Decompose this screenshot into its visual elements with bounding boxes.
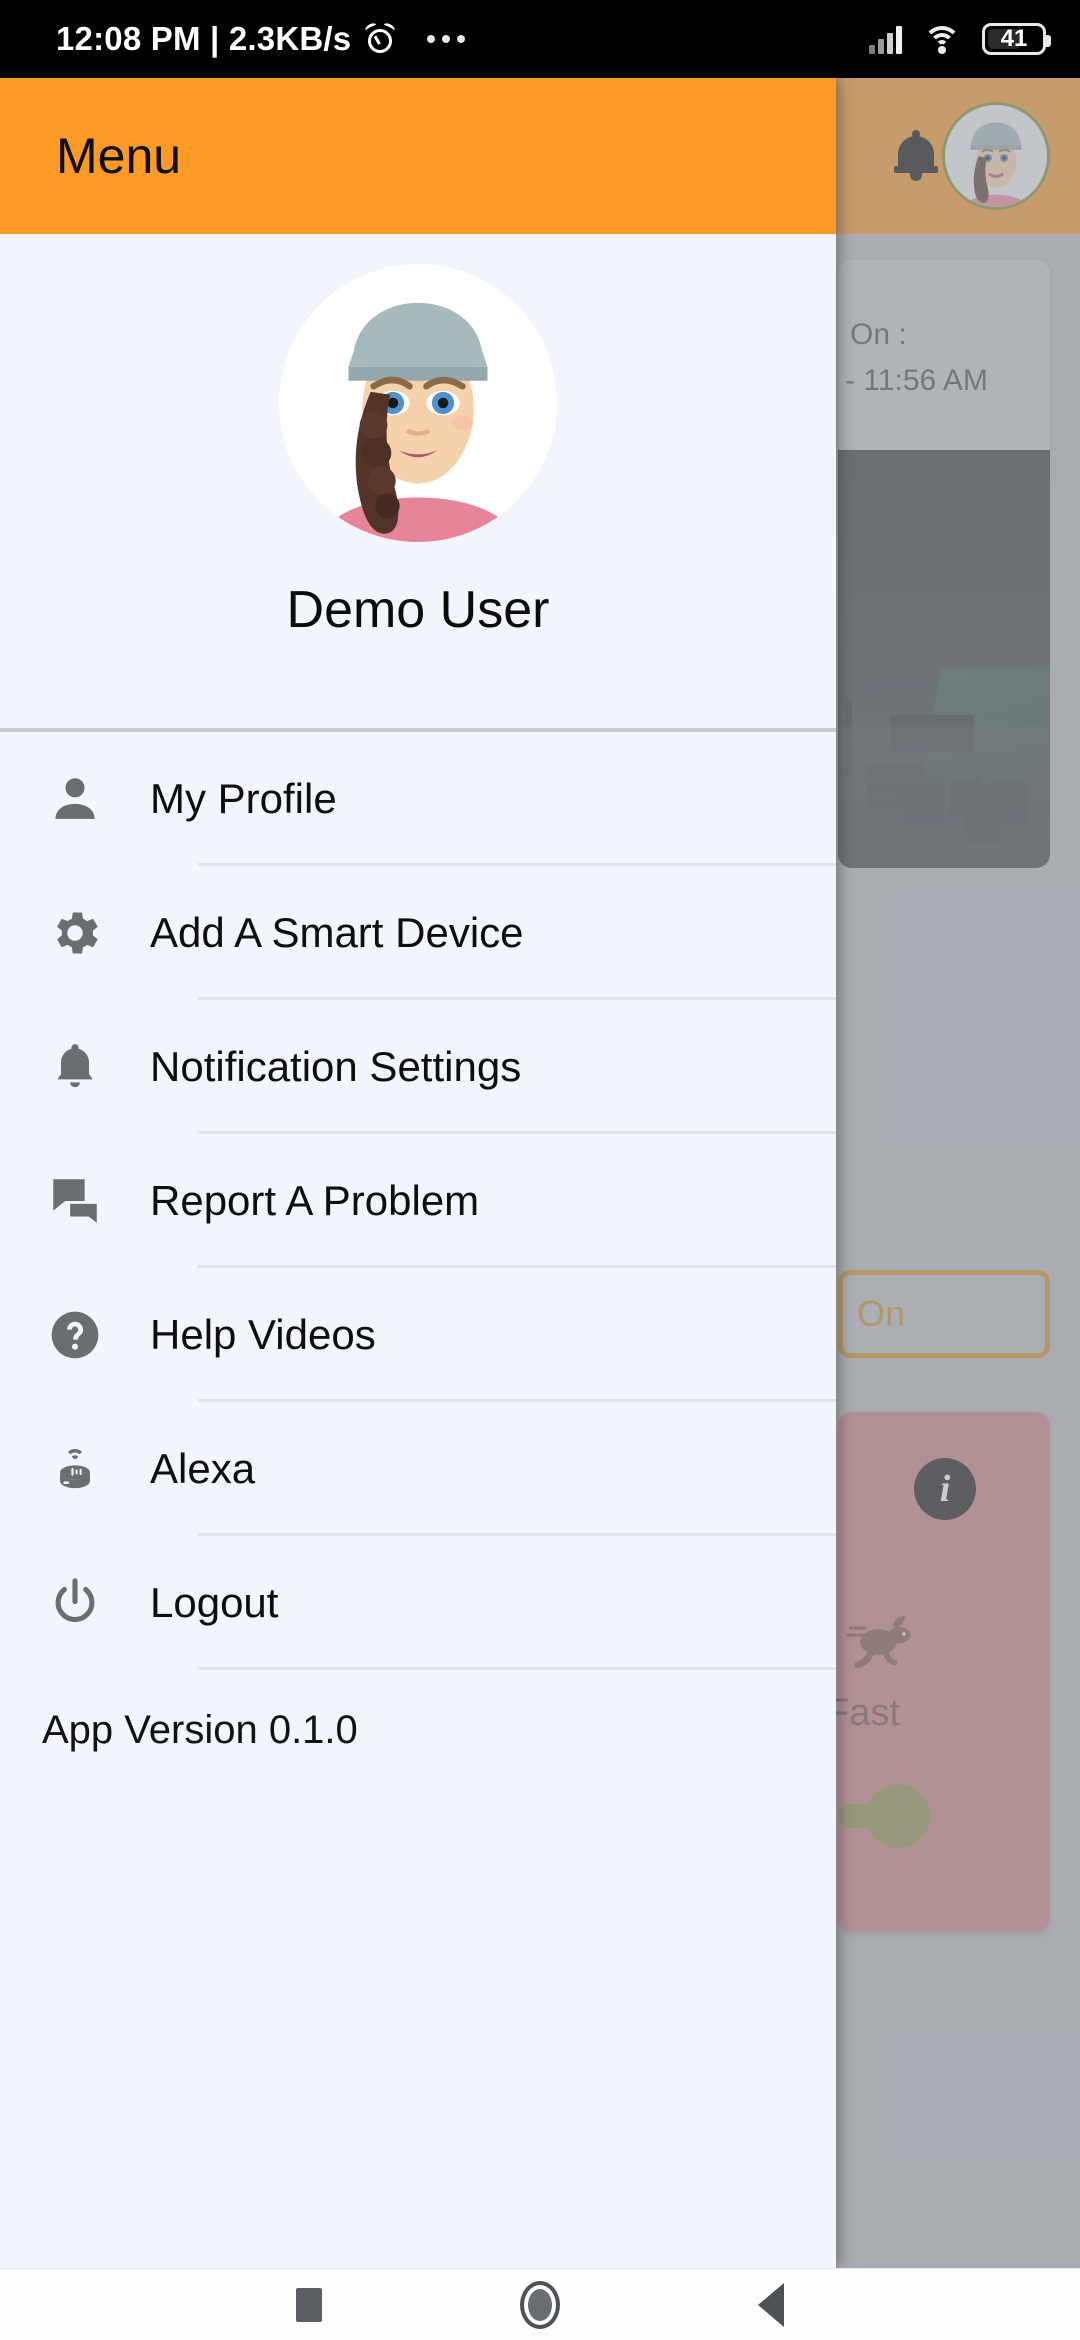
status-clock: 12:08 PM | 2.3KB/s bbox=[56, 20, 352, 57]
power-icon bbox=[0, 1574, 150, 1632]
system-navigation-bar bbox=[0, 2268, 1080, 2340]
sidebar-item-label: My Profile bbox=[150, 775, 337, 822]
sidebar-item-add-a-smart-device[interactable]: Add A Smart Device bbox=[0, 866, 836, 1000]
sidebar-item-label: Help Videos bbox=[150, 1311, 376, 1358]
smart-speaker-icon bbox=[0, 1440, 150, 1498]
sidebar-item-label: Logout bbox=[150, 1579, 279, 1626]
circle-home-icon[interactable] bbox=[520, 2280, 560, 2329]
square-recents-icon[interactable] bbox=[296, 2287, 322, 2322]
drawer-menu-list: My Profile Add A Smart Device Notificati… bbox=[0, 732, 836, 1670]
person-icon bbox=[0, 771, 150, 827]
sidebar-item-label: Notification Settings bbox=[150, 1043, 522, 1090]
sidebar-item-logout[interactable]: Logout bbox=[0, 1536, 836, 1670]
sidebar-item-label: Alexa bbox=[150, 1445, 256, 1492]
triangle-back-icon[interactable] bbox=[758, 2282, 784, 2327]
gear-icon bbox=[0, 904, 150, 962]
question-circle-icon bbox=[0, 1307, 150, 1363]
battery-icon: 41 bbox=[982, 23, 1051, 55]
drawer-profile-header[interactable]: Demo User bbox=[0, 234, 836, 728]
sidebar-item-help-videos[interactable]: Help Videos bbox=[0, 1268, 836, 1402]
app-version-label: App Version 0.1.0 bbox=[42, 1707, 358, 1752]
page-title: Menu bbox=[56, 128, 182, 184]
sidebar-item-alexa[interactable]: Alexa bbox=[0, 1402, 836, 1536]
sidebar-item-my-profile[interactable]: My Profile bbox=[0, 732, 836, 866]
status-bar-left: 12:08 PM | 2.3KB/s bbox=[56, 20, 466, 58]
sidebar-item-report-a-problem[interactable]: Report A Problem bbox=[0, 1134, 836, 1268]
sidebar-item-label: Report A Problem bbox=[150, 1177, 480, 1224]
drawer-user-name: Demo User bbox=[286, 581, 550, 639]
chat-bubble-icon bbox=[0, 1172, 150, 1230]
alarm-clock-icon bbox=[364, 21, 397, 54]
drawer-app-bar: Menu bbox=[0, 78, 836, 234]
bell-icon bbox=[0, 1039, 150, 1095]
battery-level: 41 bbox=[1000, 25, 1028, 52]
more-dots-icon bbox=[427, 35, 466, 43]
sidebar-item-notification-settings[interactable]: Notification Settings bbox=[0, 1000, 836, 1134]
navigation-drawer: Menu Demo User My Profile Add A Smart De… bbox=[0, 78, 836, 2268]
status-bar-right: 41 bbox=[869, 23, 1051, 55]
cellular-signal-icon bbox=[869, 24, 902, 54]
wifi-icon bbox=[922, 24, 962, 54]
sidebar-item-label: Add A Smart Device bbox=[150, 909, 524, 956]
status-bar: 12:08 PM | 2.3KB/s 41 bbox=[0, 0, 1080, 78]
row-divider bbox=[198, 1667, 836, 1670]
drawer-profile-avatar[interactable] bbox=[279, 264, 557, 542]
